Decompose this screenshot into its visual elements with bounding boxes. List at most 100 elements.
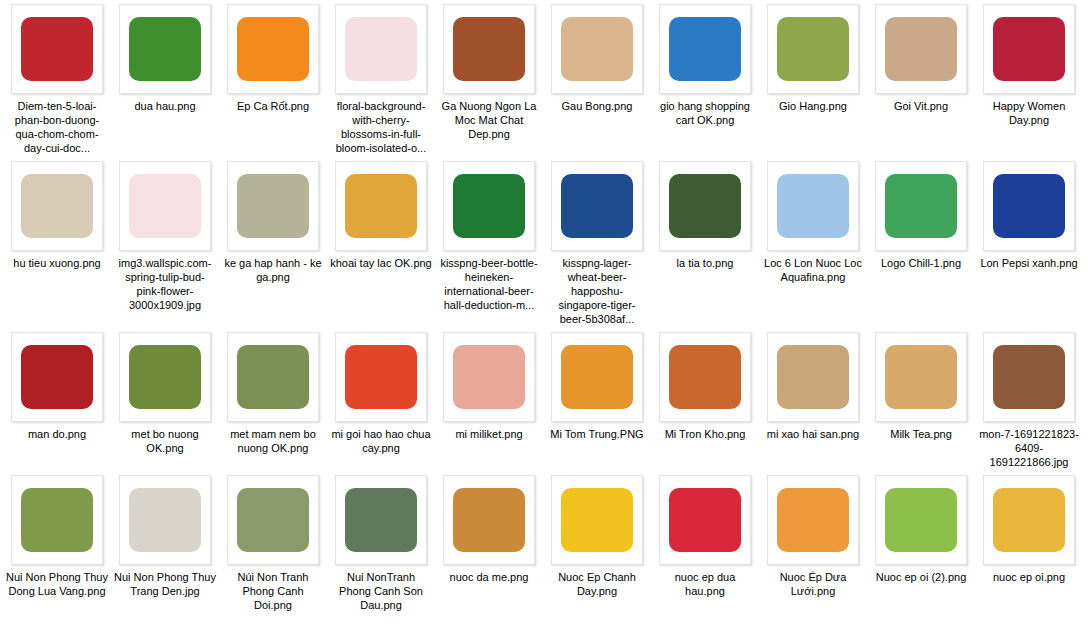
- file-thumbnail: [767, 332, 859, 422]
- thumbnail-picture: [21, 17, 93, 81]
- file-item[interactable]: khoai tay lac OK.png: [327, 161, 435, 326]
- file-thumbnail: [551, 4, 643, 94]
- file-item[interactable]: man do.png: [3, 332, 111, 469]
- file-grid: Diem-ten-5-loai-phan-bon-duong-qua-chom-…: [0, 0, 1088, 612]
- file-thumbnail: [875, 4, 967, 94]
- file-thumbnail: [119, 332, 211, 422]
- file-item[interactable]: Lon Pepsi xanh.png: [975, 161, 1083, 326]
- file-name: Happy Women Day.png: [978, 99, 1080, 127]
- file-item[interactable]: hu tieu xuong.png: [3, 161, 111, 326]
- file-item[interactable]: met mam nem bo nuong OK.png: [219, 332, 327, 469]
- file-item[interactable]: dua hau.png: [111, 4, 219, 155]
- file-name: mi goi hao hao chua cay.png: [330, 427, 432, 455]
- file-item[interactable]: mi goi hao hao chua cay.png: [327, 332, 435, 469]
- thumbnail-picture: [453, 345, 525, 409]
- file-name: kisspng-beer-bottle-heineken-internation…: [438, 256, 540, 312]
- file-name: Mi Tron Kho.png: [654, 427, 756, 441]
- file-item[interactable]: Gio Hang.png: [759, 4, 867, 155]
- file-thumbnail: [767, 4, 859, 94]
- file-item[interactable]: ke ga hap hanh - ke ga.png: [219, 161, 327, 326]
- thumbnail-picture: [21, 488, 93, 552]
- file-item[interactable]: img3.wallspic.com-spring-tulip-bud-pink-…: [111, 161, 219, 326]
- file-item[interactable]: Ga Nuong Ngon La Moc Mat Chat Dep.png: [435, 4, 543, 155]
- file-thumbnail: [551, 161, 643, 251]
- file-item[interactable]: nuoc da me.png: [435, 475, 543, 612]
- thumbnail-picture: [885, 17, 957, 81]
- file-thumbnail: [983, 475, 1075, 565]
- file-item[interactable]: Happy Women Day.png: [975, 4, 1083, 155]
- file-name: Logo Chill-1.png: [870, 256, 972, 270]
- thumbnail-picture: [561, 488, 633, 552]
- thumbnail-picture: [885, 488, 957, 552]
- file-item[interactable]: gio hang shopping cart OK.png: [651, 4, 759, 155]
- file-item[interactable]: Nuoc Ép Dưa Lưới.png: [759, 475, 867, 612]
- file-name: Gio Hang.png: [762, 99, 864, 113]
- file-item[interactable]: mi miliket.png: [435, 332, 543, 469]
- file-thumbnail: [983, 4, 1075, 94]
- file-item[interactable]: Nuoc Ep Chanh Day.png: [543, 475, 651, 612]
- thumbnail-picture: [993, 488, 1065, 552]
- file-item[interactable]: Goi Vit.png: [867, 4, 975, 155]
- thumbnail-picture: [669, 174, 741, 238]
- file-item[interactable]: floral-background-with-cherry-blossoms-i…: [327, 4, 435, 155]
- thumbnail-picture: [561, 17, 633, 81]
- file-item[interactable]: Nui Non Phong Thuy Dong Lua Vang.png: [3, 475, 111, 612]
- file-item[interactable]: nuoc ep dua hau.png: [651, 475, 759, 612]
- thumbnail-picture: [777, 174, 849, 238]
- thumbnail-picture: [237, 174, 309, 238]
- thumbnail-picture: [561, 345, 633, 409]
- file-thumbnail: [551, 475, 643, 565]
- file-name: Nuoc ep oi (2).png: [870, 570, 972, 584]
- file-thumbnail: [659, 475, 751, 565]
- file-thumbnail: [659, 332, 751, 422]
- thumbnail-picture: [993, 17, 1065, 81]
- file-name: la tia to.png: [654, 256, 756, 270]
- file-thumbnail: [659, 161, 751, 251]
- file-name: Núi Non Tranh Phong Canh Doi.png: [222, 570, 324, 612]
- thumbnail-picture: [669, 345, 741, 409]
- file-item[interactable]: Mi Tron Kho.png: [651, 332, 759, 469]
- file-item[interactable]: Núi Non Tranh Phong Canh Doi.png: [219, 475, 327, 612]
- thumbnail-picture: [129, 174, 201, 238]
- file-item[interactable]: Gau Bong.png: [543, 4, 651, 155]
- file-thumbnail: [11, 161, 103, 251]
- file-item[interactable]: mi xao hai san.png: [759, 332, 867, 469]
- thumbnail-picture: [885, 174, 957, 238]
- file-item[interactable]: Milk Tea.png: [867, 332, 975, 469]
- file-item[interactable]: Nui Non Phong Thuy Trang Den.jpg: [111, 475, 219, 612]
- file-thumbnail: [335, 4, 427, 94]
- file-name: Nui Non Phong Thuy Trang Den.jpg: [114, 570, 216, 598]
- file-thumbnail: [659, 4, 751, 94]
- file-name: Goi Vit.png: [870, 99, 972, 113]
- file-thumbnail: [767, 475, 859, 565]
- file-item[interactable]: mon-7-1691221823-6409-1691221866.jpg: [975, 332, 1083, 469]
- file-thumbnail: [983, 332, 1075, 422]
- file-thumbnail: [875, 475, 967, 565]
- file-item[interactable]: kisspng-lager-wheat-beer-happoshu-singap…: [543, 161, 651, 326]
- file-item[interactable]: kisspng-beer-bottle-heineken-internation…: [435, 161, 543, 326]
- file-item[interactable]: la tia to.png: [651, 161, 759, 326]
- file-name: met mam nem bo nuong OK.png: [222, 427, 324, 455]
- file-name: nuoc ep oi.png: [978, 570, 1080, 584]
- file-thumbnail: [443, 332, 535, 422]
- thumbnail-picture: [237, 17, 309, 81]
- file-item[interactable]: Nuoc ep oi (2).png: [867, 475, 975, 612]
- file-thumbnail: [119, 4, 211, 94]
- file-thumbnail: [335, 332, 427, 422]
- file-item[interactable]: met bo nuong OK.png: [111, 332, 219, 469]
- file-name: mi miliket.png: [438, 427, 540, 441]
- file-item[interactable]: Diem-ten-5-loai-phan-bon-duong-qua-chom-…: [3, 4, 111, 155]
- file-item[interactable]: Logo Chill-1.png: [867, 161, 975, 326]
- file-thumbnail: [11, 332, 103, 422]
- file-name: hu tieu xuong.png: [6, 256, 108, 270]
- file-item[interactable]: Ep Ca Rốt.png: [219, 4, 327, 155]
- file-item[interactable]: Loc 6 Lon Nuoc Loc Aquafina.png: [759, 161, 867, 326]
- file-thumbnail: [11, 4, 103, 94]
- file-item[interactable]: nuoc ep oi.png: [975, 475, 1083, 612]
- file-thumbnail: [227, 161, 319, 251]
- thumbnail-picture: [21, 345, 93, 409]
- file-name: dua hau.png: [114, 99, 216, 113]
- file-item[interactable]: Nui NonTranh Phong Canh Son Dau.png: [327, 475, 435, 612]
- file-item[interactable]: Mi Tom Trung.PNG: [543, 332, 651, 469]
- file-thumbnail: [119, 475, 211, 565]
